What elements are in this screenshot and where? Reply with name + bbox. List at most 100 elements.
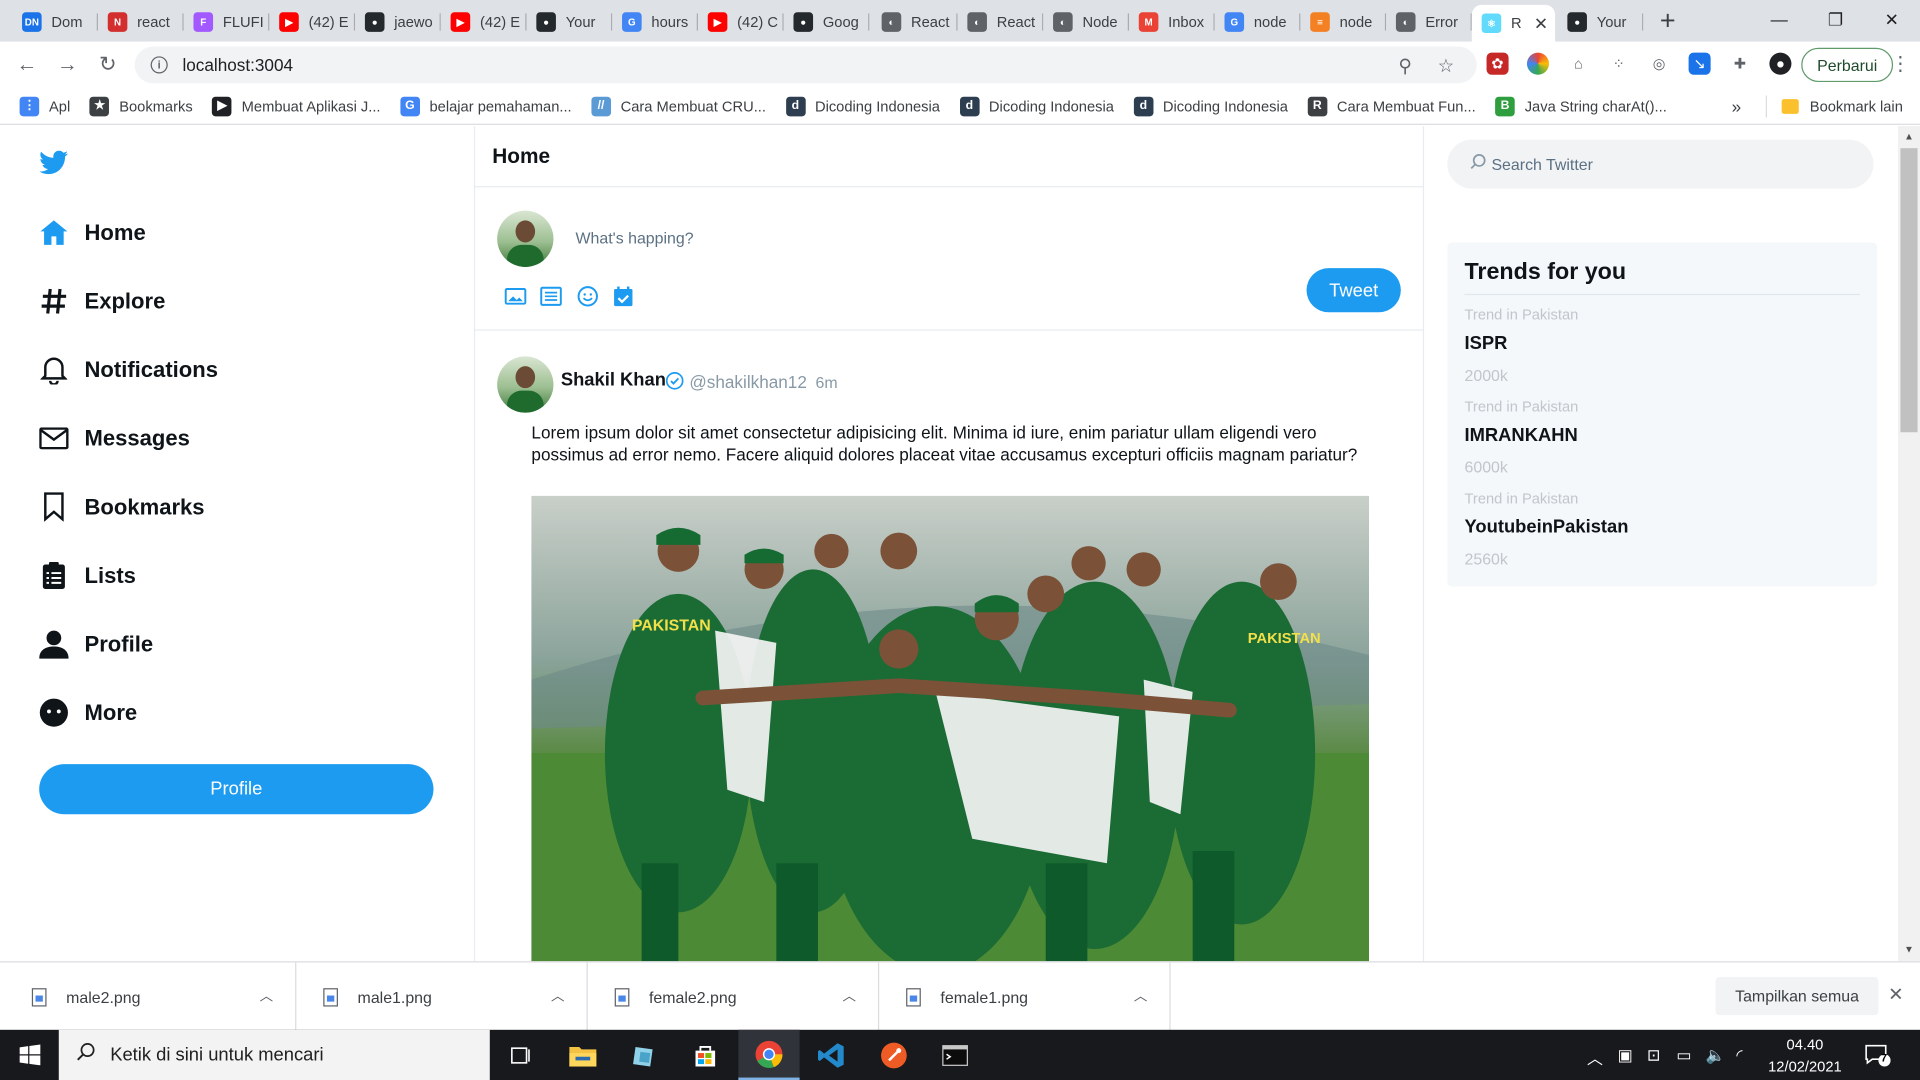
avatar[interactable]: [497, 356, 554, 413]
gif-list-icon[interactable]: [539, 284, 563, 308]
chevron-up-icon[interactable]: ︿: [260, 986, 273, 1006]
meet-icon[interactable]: ▣: [1618, 1046, 1633, 1066]
schedule-icon[interactable]: [611, 284, 635, 308]
browser-tab[interactable]: ▶ (42) C: [698, 5, 784, 39]
bookmark-item[interactable]: d Dicoding Indonesia: [785, 96, 940, 116]
close-tab-icon[interactable]: ✕: [1534, 13, 1548, 34]
zoom-icon[interactable]: ⚲: [1398, 55, 1411, 77]
tweet-button[interactable]: Tweet: [1306, 268, 1401, 313]
download-item[interactable]: female2.png ︿: [588, 962, 880, 1032]
browser-tab[interactable]: ⚛ R ✕: [1471, 4, 1556, 42]
terminal-icon[interactable]: [924, 1030, 985, 1080]
screenshot-icon[interactable]: ↘: [1688, 52, 1711, 75]
avatar[interactable]: [497, 210, 554, 267]
bookmark-item[interactable]: ▶ Membuat Aplikasi J...: [212, 96, 381, 116]
sidebar-item-profile[interactable]: Profile: [39, 626, 153, 663]
tweet-author-name[interactable]: Shakil Khan: [561, 370, 666, 391]
network-icon[interactable]: ⊡: [1647, 1046, 1660, 1066]
tweet-author-handle[interactable]: @shakilkhan12: [689, 372, 806, 392]
taskbar-search-input[interactable]: Ketik di sini untuk mencari: [58, 1029, 490, 1080]
minimize-button[interactable]: —: [1751, 0, 1807, 39]
chevron-up-icon[interactable]: ︿: [1587, 1046, 1603, 1069]
browser-tab[interactable]: F FLUFI: [184, 5, 270, 39]
browser-tab[interactable]: ● Your: [527, 5, 613, 39]
puzzle-icon[interactable]: ✚: [1729, 53, 1751, 75]
page-scrollbar[interactable]: ▲ ▼: [1897, 126, 1920, 962]
sidebar-item-messages[interactable]: Messages: [39, 420, 190, 457]
file-explorer-icon[interactable]: [552, 1030, 613, 1080]
maximize-button[interactable]: ❐: [1807, 0, 1863, 39]
bookmark-item[interactable]: ⋮ Apl: [19, 96, 70, 116]
windows-start-icon[interactable]: [0, 1030, 59, 1080]
browser-tab[interactable]: ● Goog: [784, 5, 870, 39]
bookmark-item[interactable]: // Cara Membuat CRU...: [591, 96, 766, 116]
task-view-icon[interactable]: [490, 1030, 551, 1080]
wifi-icon[interactable]: ◜: [1736, 1046, 1742, 1066]
bookmark-item[interactable]: d Dicoding Indonesia: [1133, 96, 1288, 116]
scroll-down-icon[interactable]: ▼: [1904, 944, 1914, 955]
browser-tab[interactable]: ▶ (42) E: [269, 5, 356, 39]
browser-tab[interactable]: ▶ (42) E: [441, 5, 527, 39]
chevron-up-icon[interactable]: ︿: [551, 986, 564, 1006]
close-window-button[interactable]: ✕: [1864, 0, 1920, 39]
download-item[interactable]: male1.png ︿: [296, 962, 588, 1032]
system-clock[interactable]: 04.40 12/02/2021: [1763, 1033, 1846, 1077]
trend-name[interactable]: YoutubeinPakistan: [1465, 517, 1629, 538]
browser-tab[interactable]: Nreact: [98, 5, 184, 39]
sidebar-item-home[interactable]: Home: [39, 214, 146, 251]
browser-tab[interactable]: ◐ React: [872, 5, 958, 39]
extension-dots-icon[interactable]: ⁘: [1608, 53, 1630, 75]
browser-tab[interactable]: ● Your: [1558, 5, 1644, 39]
trend-name[interactable]: ISPR: [1465, 333, 1508, 354]
new-tab-button[interactable]: +: [1651, 5, 1685, 37]
lens-icon[interactable]: ◎: [1648, 53, 1670, 75]
browser-tab[interactable]: ◐ React: [958, 5, 1044, 39]
trend-name[interactable]: IMRANKAHN: [1465, 425, 1578, 446]
bookmarks-overflow-chevron[interactable]: »: [1732, 97, 1742, 117]
emoji-icon[interactable]: [576, 284, 600, 308]
home-browser-icon[interactable]: ⌂: [1567, 53, 1589, 75]
bookmark-item[interactable]: ★ Bookmarks: [89, 96, 193, 116]
app-icon[interactable]: [613, 1030, 674, 1080]
browser-tab[interactable]: DN Dom: [12, 5, 98, 39]
site-info-icon[interactable]: i: [150, 56, 168, 74]
sidebar-profile-button[interactable]: Profile: [39, 764, 434, 815]
reload-button[interactable]: ↻: [93, 51, 122, 78]
chevron-up-icon[interactable]: ︿: [1134, 986, 1147, 1006]
browser-tab[interactable]: ● jaewo: [355, 5, 441, 39]
chevron-up-icon[interactable]: ︿: [842, 986, 855, 1006]
scroll-up-icon[interactable]: ▲: [1904, 131, 1914, 142]
store-icon[interactable]: [675, 1030, 736, 1080]
scrollbar-thumb[interactable]: [1900, 148, 1918, 433]
tweet-image[interactable]: PAKISTAN PAKISTAN: [531, 495, 1369, 962]
search-input[interactable]: Search Twitter: [1447, 139, 1874, 189]
other-bookmarks[interactable]: Bookmark lain: [1810, 98, 1903, 115]
bookmark-star-icon[interactable]: ☆: [1438, 55, 1454, 77]
sidebar-item-notifications[interactable]: Notifications: [39, 351, 218, 388]
color-picker-icon[interactable]: [1526, 52, 1549, 75]
tweet[interactable]: Shakil Khan @shakilkhan12 6m Lorem ipsum…: [475, 332, 1423, 962]
bookmark-item[interactable]: Gbelajar pemahaman...: [400, 96, 572, 116]
notification-center-icon[interactable]: 7: [1864, 1043, 1891, 1074]
kebab-menu-icon[interactable]: ⋮: [1891, 51, 1911, 75]
vscode-icon[interactable]: [801, 1030, 862, 1080]
extension-icon[interactable]: ✿: [1486, 52, 1509, 75]
browser-tab[interactable]: M Inbox: [1129, 5, 1215, 39]
avatar[interactable]: ●: [1769, 52, 1792, 75]
sidebar-item-lists[interactable]: Lists: [39, 557, 136, 594]
browser-tab[interactable]: ◐ Error: [1386, 5, 1472, 39]
twitter-logo-icon[interactable]: [39, 150, 69, 182]
forward-button[interactable]: →: [53, 51, 82, 78]
bookmark-item[interactable]: R Cara Membuat Fun...: [1307, 96, 1476, 116]
tweet-timestamp[interactable]: 6m: [816, 373, 838, 391]
image-icon[interactable]: [503, 284, 527, 308]
browser-tab[interactable]: Ghours: [612, 5, 698, 39]
browser-tab[interactable]: Gnode: [1215, 5, 1301, 39]
volume-icon[interactable]: 🔈: [1706, 1046, 1726, 1066]
bookmark-item[interactable]: B Java String charAt()...: [1495, 96, 1667, 116]
chrome-icon[interactable]: [738, 1029, 800, 1080]
download-item[interactable]: female1.png ︿: [879, 962, 1171, 1032]
address-bar[interactable]: i localhost:3004 ⚲ ☆: [134, 46, 1477, 84]
battery-icon[interactable]: ▭: [1676, 1046, 1691, 1066]
show-all-downloads-button[interactable]: Tampilkan semua: [1715, 977, 1879, 1016]
